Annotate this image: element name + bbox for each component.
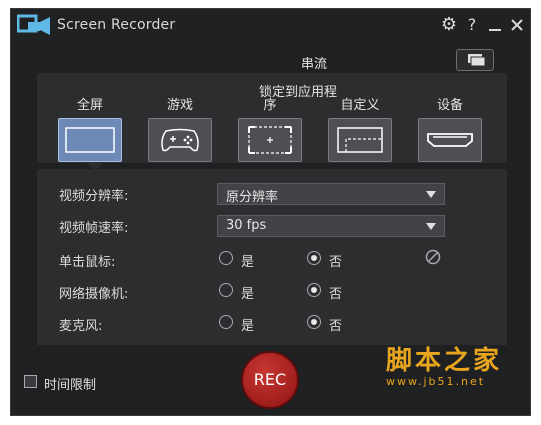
capture-mode-panel: 锁定到应用程 全屏 游戏 序 自定义 设备: [37, 73, 507, 163]
tab-label: 游戏: [166, 98, 193, 113]
tab-label: 全屏: [76, 98, 103, 113]
hdmi-icon: [418, 118, 482, 162]
time-limit-checkbox[interactable]: [24, 375, 37, 388]
tab-game[interactable]: 游戏: [147, 97, 213, 162]
yes-label: 是: [241, 287, 255, 302]
title-bar: Screen Recorder ⚙ ?: [11, 9, 530, 43]
stream-row: 串流: [11, 43, 530, 73]
yes-label: 是: [241, 319, 255, 334]
webcam-label: 网络摄像机:: [59, 287, 129, 302]
mouse-click-yes-radio[interactable]: [219, 251, 233, 265]
app-logo-icon: [17, 14, 50, 35]
stream-button[interactable]: [456, 49, 494, 71]
framerate-select[interactable]: 30 fps: [217, 215, 445, 237]
settings-panel: 视频分辨率: 原分辨率 视频帧速率: 30 fps 单击鼠标: 是 否 网络摄像…: [37, 169, 507, 345]
app-window: Screen Recorder ⚙ ? 串流 锁定到应用程 全屏 游戏 序 自定…: [10, 8, 531, 416]
app-window-icon: [238, 118, 302, 162]
custom-region-icon: [328, 118, 392, 162]
help-icon[interactable]: ?: [462, 15, 482, 35]
resolution-label: 视频分辨率:: [59, 189, 129, 204]
framerate-row: 视频帧速率: 30 fps: [37, 215, 507, 237]
tab-label: 自定义: [340, 98, 380, 113]
close-icon[interactable]: [507, 15, 527, 40]
tab-label: 序: [263, 98, 277, 113]
mic-yes-radio[interactable]: [219, 315, 233, 329]
no-label: 否: [329, 255, 343, 270]
dropdown-arrow-icon: [426, 191, 436, 198]
resolution-value: 原分辨率: [226, 190, 279, 205]
resolution-row: 视频分辨率: 原分辨率: [37, 183, 507, 205]
no-label: 否: [329, 319, 343, 334]
framerate-label: 视频帧速率:: [59, 221, 129, 236]
watermark: 脚本之家 www.jb51.net: [386, 347, 516, 388]
mouse-click-row: 单击鼠标: 是 否: [37, 249, 507, 271]
gamepad-icon: [148, 118, 212, 162]
mic-no-radio[interactable]: [307, 315, 321, 329]
disabled-icon: [425, 249, 441, 265]
minimize-icon[interactable]: [485, 15, 505, 40]
fullscreen-icon: [58, 118, 122, 162]
stream-label: 串流: [301, 57, 328, 72]
mic-label: 麦克风:: [59, 319, 103, 334]
no-label: 否: [329, 287, 343, 302]
watermark-url: www.jb51.net: [386, 375, 486, 388]
tab-fullscreen[interactable]: 全屏: [57, 97, 123, 162]
mouse-click-no-radio[interactable]: [307, 251, 321, 265]
time-limit-label: 时间限制: [44, 378, 97, 393]
mic-row: 麦克风: 是 否: [37, 313, 507, 335]
gear-icon[interactable]: ⚙: [439, 15, 459, 35]
watermark-title: 脚本之家: [386, 346, 503, 376]
yes-label: 是: [241, 255, 255, 270]
tab-label: 设备: [436, 98, 463, 113]
framerate-value: 30 fps: [226, 218, 267, 233]
webcam-yes-radio[interactable]: [219, 283, 233, 297]
webcam-no-radio[interactable]: [307, 283, 321, 297]
rec-button[interactable]: REC: [241, 351, 299, 409]
app-title: Screen Recorder: [57, 17, 176, 33]
dropdown-arrow-icon: [426, 223, 436, 230]
stream-icon: [468, 54, 486, 67]
tab-custom[interactable]: 自定义: [327, 97, 393, 162]
mouse-click-label: 单击鼠标:: [59, 255, 116, 270]
tab-lock-app[interactable]: 序: [237, 97, 303, 162]
resolution-select[interactable]: 原分辨率: [217, 183, 445, 205]
tab-device[interactable]: 设备: [417, 97, 483, 162]
webcam-row: 网络摄像机: 是 否: [37, 281, 507, 303]
